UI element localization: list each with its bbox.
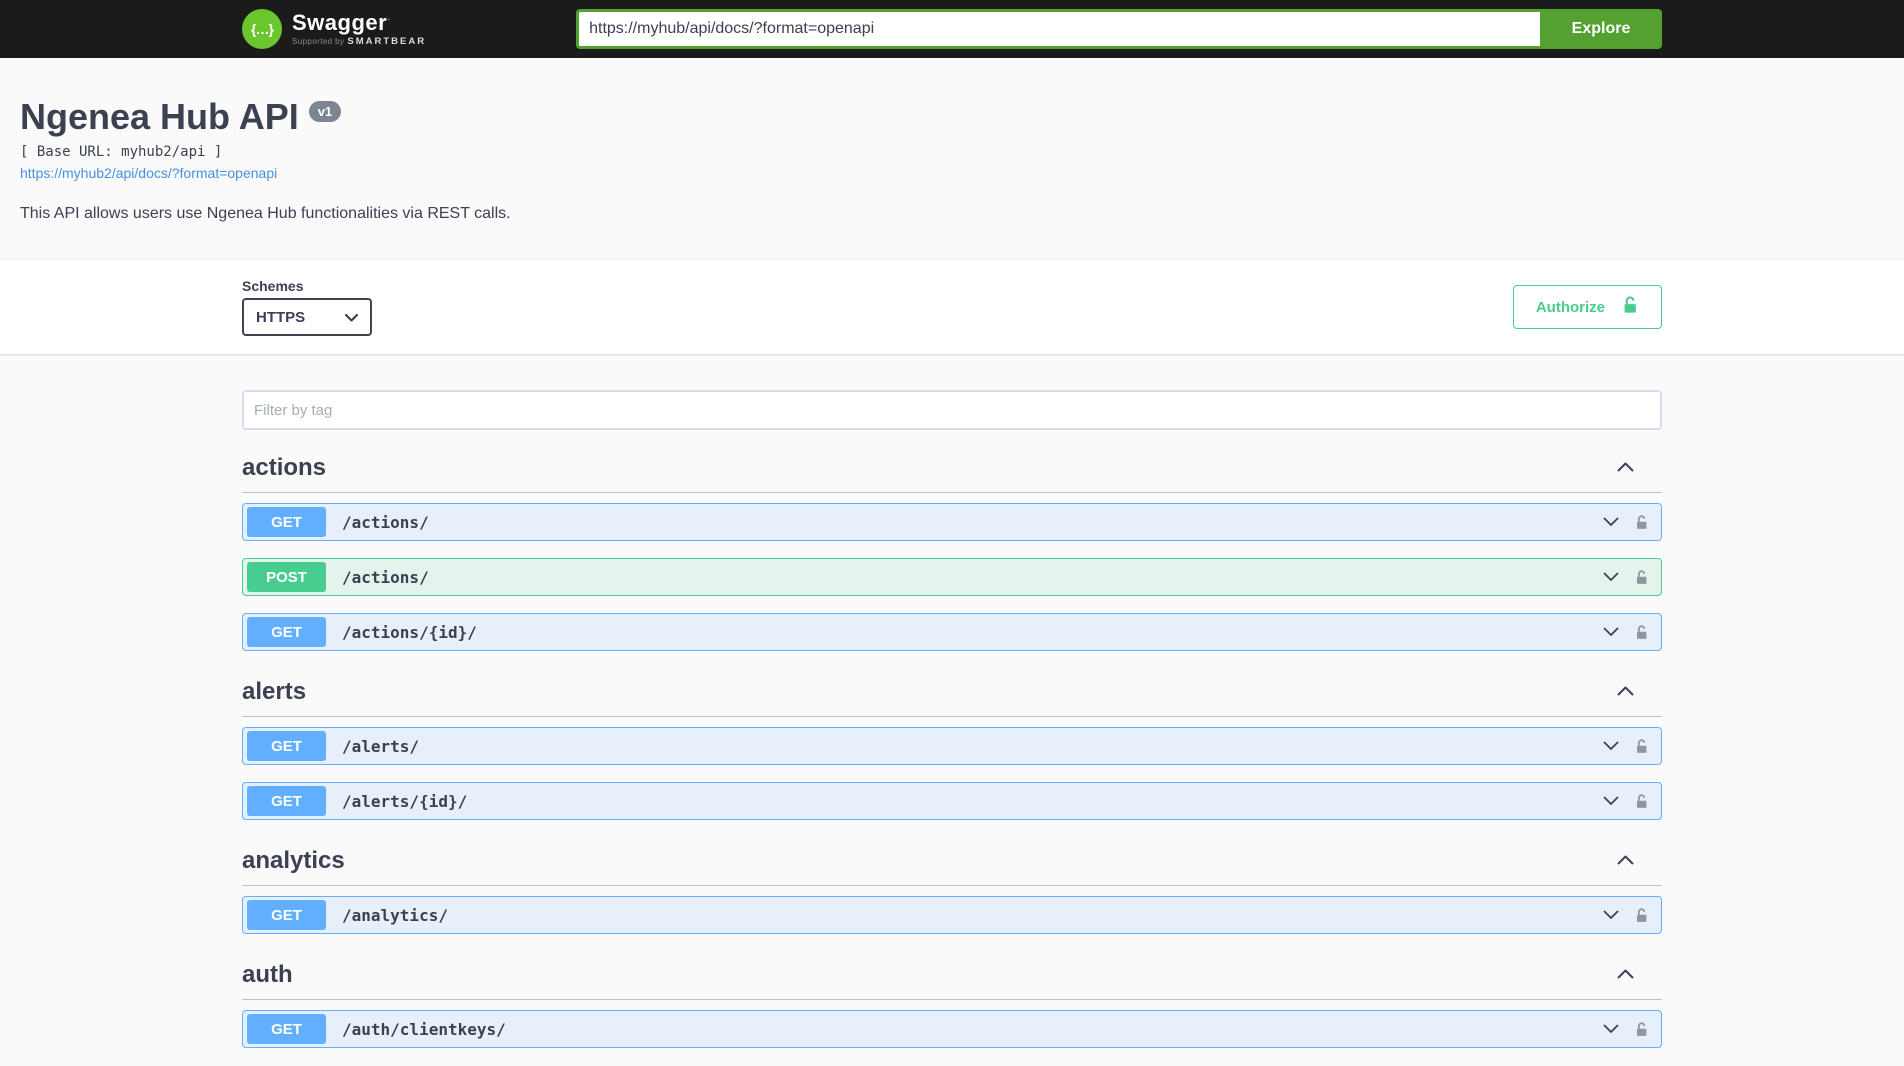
method-badge: POST [247, 562, 326, 592]
lock-icon[interactable] [1634, 569, 1649, 586]
api-url-input[interactable] [576, 9, 1540, 49]
authorize-button[interactable]: Authorize [1513, 285, 1662, 329]
swagger-logo: {…} Swagger. Supported bySMARTBEAR [242, 9, 426, 49]
operation-row[interactable]: GET /auth/clientkeys/ [242, 1010, 1662, 1048]
swagger-logo-tagline: Supported bySMARTBEAR [292, 37, 426, 47]
method-badge: GET [247, 731, 326, 761]
schemes-label: Schemes [242, 278, 372, 294]
chevron-down-icon [1603, 623, 1619, 641]
operations-sections: actions GET /actions/ POST /actions/ [242, 444, 1662, 1048]
lock-icon[interactable] [1634, 907, 1649, 924]
tag-section: analytics GET /analytics/ [242, 837, 1662, 934]
operation-path: /actions/ [342, 513, 429, 532]
smartbear-brand: SMARTBEAR [347, 36, 426, 47]
logo-trademark: . [387, 11, 390, 23]
topbar: {…} Swagger. Supported bySMARTBEAR Explo… [0, 0, 1904, 58]
api-title: Ngenea Hub APIv1 [20, 96, 1440, 138]
section-title: alerts [242, 678, 306, 706]
lock-icon[interactable] [1634, 624, 1649, 641]
tag-section: auth GET /auth/clientkeys/ [242, 951, 1662, 1048]
schemes-block: Schemes HTTPS [242, 278, 372, 336]
operation-path: /alerts/{id}/ [342, 792, 467, 811]
operation-path: /auth/clientkeys/ [342, 1020, 506, 1039]
schemes-selected-value: HTTPS [256, 309, 305, 326]
explore-button[interactable]: Explore [1540, 9, 1662, 49]
lock-icon[interactable] [1634, 793, 1649, 810]
section-operations: GET /analytics/ [242, 896, 1662, 934]
operation-path: /alerts/ [342, 737, 419, 756]
operation-path: /analytics/ [342, 906, 448, 925]
spec-link[interactable]: https://myhub2/api/docs/?format=openapi [20, 165, 277, 181]
chevron-down-icon [1603, 1020, 1619, 1038]
unlock-icon [1621, 295, 1639, 319]
section-title: actions [242, 454, 326, 482]
chevron-up-icon [1617, 683, 1634, 701]
section-header[interactable]: actions [242, 444, 1662, 493]
chevron-down-icon [1603, 737, 1619, 755]
schemes-select[interactable]: HTTPS [242, 298, 372, 336]
section-operations: GET /auth/clientkeys/ [242, 1010, 1662, 1048]
operation-row[interactable]: GET /alerts/{id}/ [242, 782, 1662, 820]
download-url-form: Explore [576, 9, 1662, 49]
swagger-logo-icon: {…} [242, 9, 282, 49]
swagger-logo-text: Swagger [292, 10, 387, 35]
section-operations: GET /actions/ POST /actions/ [242, 503, 1662, 651]
method-badge: GET [247, 786, 326, 816]
operation-row[interactable]: GET /analytics/ [242, 896, 1662, 934]
operation-path: /actions/{id}/ [342, 623, 477, 642]
section-title: auth [242, 961, 293, 989]
operation-row[interactable]: GET /actions/ [242, 503, 1662, 541]
method-badge: GET [247, 1014, 326, 1044]
method-badge: GET [247, 900, 326, 930]
chevron-down-icon [1603, 568, 1619, 586]
section-operations: GET /alerts/ GET /alerts/{id}/ [242, 727, 1662, 820]
chevron-up-icon [1617, 459, 1634, 477]
operation-row[interactable]: GET /alerts/ [242, 727, 1662, 765]
chevron-down-icon [1603, 792, 1619, 810]
lock-icon[interactable] [1634, 738, 1649, 755]
chevron-up-icon [1617, 852, 1634, 870]
operation-path: /actions/ [342, 568, 429, 587]
chevron-down-icon [345, 309, 358, 326]
operations-container: actions GET /actions/ POST /actions/ [222, 354, 1682, 1048]
method-badge: GET [247, 507, 326, 537]
chevron-down-icon [1603, 513, 1619, 531]
lock-icon[interactable] [1634, 1021, 1649, 1038]
base-url: [ Base URL: myhub2/api ] [20, 144, 1440, 160]
version-badge: v1 [309, 101, 341, 122]
chevron-down-icon [1603, 906, 1619, 924]
info-section: Ngenea Hub APIv1 [ Base URL: myhub2/api … [0, 96, 1460, 259]
filter-input[interactable] [242, 390, 1662, 430]
scheme-container: Schemes HTTPS Authorize [0, 259, 1904, 354]
section-header[interactable]: auth [242, 951, 1662, 1000]
section-title: analytics [242, 847, 345, 875]
tag-section: alerts GET /alerts/ GET /alerts/{id}/ [242, 668, 1662, 820]
section-header[interactable]: analytics [242, 837, 1662, 886]
method-badge: GET [247, 617, 326, 647]
operation-row[interactable]: GET /actions/{id}/ [242, 613, 1662, 651]
authorize-label: Authorize [1536, 299, 1605, 316]
section-header[interactable]: alerts [242, 668, 1662, 717]
lock-icon[interactable] [1634, 514, 1649, 531]
tag-section: actions GET /actions/ POST /actions/ [242, 444, 1662, 651]
api-description: This API allows users use Ngenea Hub fun… [20, 205, 1440, 259]
chevron-up-icon [1617, 966, 1634, 984]
operation-row[interactable]: POST /actions/ [242, 558, 1662, 596]
